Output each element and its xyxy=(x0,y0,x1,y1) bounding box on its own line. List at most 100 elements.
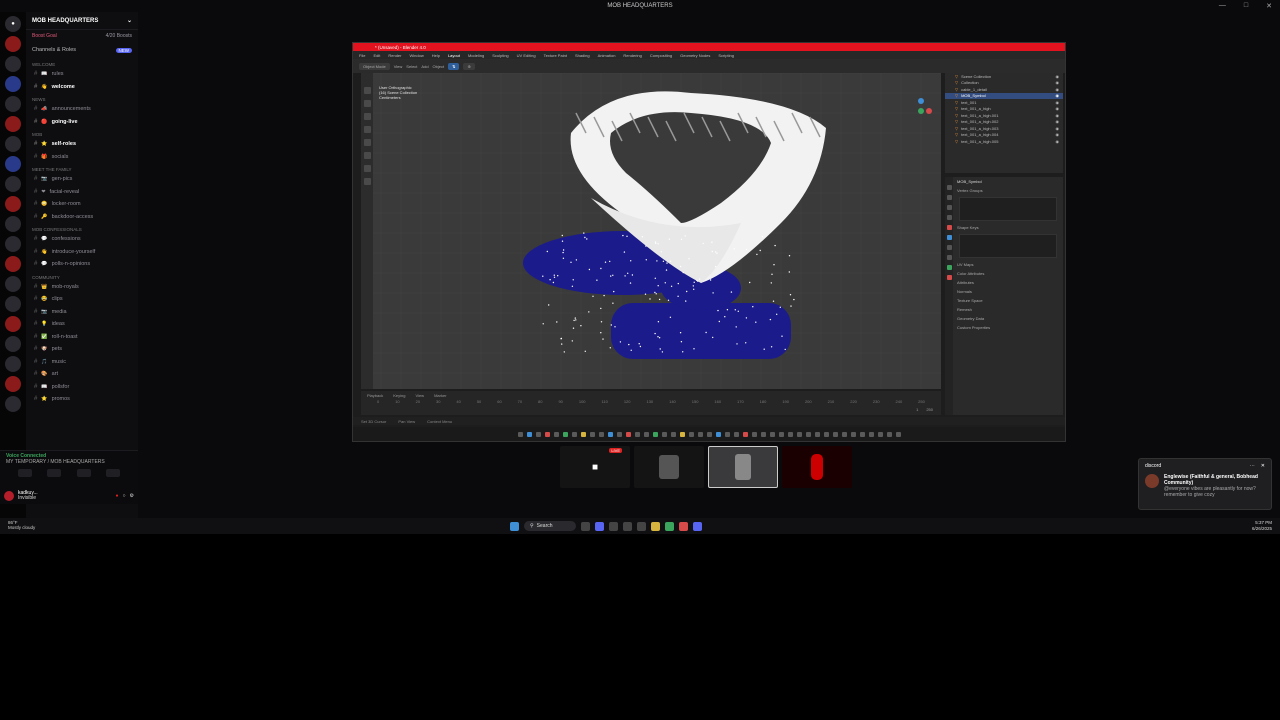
vertex-dot[interactable] xyxy=(574,317,576,319)
screen-share-stage[interactable]: * (Unsaved) - Blender 4.0 File Edit Render… xyxy=(352,42,1066,442)
vertex-dot[interactable] xyxy=(557,275,559,277)
eye-icon[interactable]: ◉ xyxy=(1056,132,1060,137)
cursor-tool-icon[interactable] xyxy=(363,100,371,107)
vertex-dot[interactable] xyxy=(693,281,695,283)
eye-icon[interactable]: ◉ xyxy=(1056,100,1060,105)
vertex-dot[interactable] xyxy=(749,281,751,284)
vertex-dot[interactable] xyxy=(563,351,565,353)
vertex-dot[interactable] xyxy=(588,311,590,313)
vertex-dot[interactable] xyxy=(609,260,611,263)
server-icon[interactable] xyxy=(5,76,21,92)
server-icon[interactable] xyxy=(5,356,21,372)
vertex-dot[interactable] xyxy=(698,278,701,280)
home-icon[interactable]: ● xyxy=(5,16,21,32)
channel-music[interactable]: # 🎵 music xyxy=(26,356,138,369)
vertex-dot[interactable] xyxy=(682,351,684,353)
channel-category[interactable]: NEWS xyxy=(26,93,138,103)
vertex-dot[interactable] xyxy=(790,305,792,307)
vertex-dot[interactable] xyxy=(693,288,695,290)
channel-facial-reveal[interactable]: # ❤ facial-reveal xyxy=(26,186,138,199)
vertex-dot[interactable] xyxy=(575,259,578,261)
move-tool-icon[interactable] xyxy=(363,113,371,120)
vertex-dot[interactable] xyxy=(556,321,558,323)
vertex-dot[interactable] xyxy=(592,295,594,297)
props-section[interactable]: Shape Keys xyxy=(957,223,1063,232)
vertex-dot[interactable] xyxy=(619,341,622,343)
channels-roles[interactable]: Channels & Roles NEW xyxy=(26,42,138,58)
channel-category[interactable]: COMMUNITY xyxy=(26,271,138,281)
vertex-dot[interactable] xyxy=(622,234,624,237)
menu-help[interactable]: Help xyxy=(432,53,440,58)
vertex-dot[interactable] xyxy=(661,351,664,353)
channel-clips[interactable]: # 😂 clips xyxy=(26,293,138,306)
vertex-dot[interactable] xyxy=(773,264,775,266)
transform-pill[interactable]: ⇅ xyxy=(448,62,460,70)
vertex-dot[interactable] xyxy=(716,252,718,254)
eye-icon[interactable]: ◉ xyxy=(1056,139,1060,144)
vertex-dot[interactable] xyxy=(664,282,666,284)
vertex-dot[interactable] xyxy=(623,251,626,253)
vertex-dot[interactable] xyxy=(657,321,660,323)
vertex-dot[interactable] xyxy=(562,251,564,254)
screen-share-icon[interactable] xyxy=(47,469,62,477)
eye-icon[interactable]: ◉ xyxy=(1056,87,1060,92)
vertex-dot[interactable] xyxy=(711,241,713,243)
vertex-dot[interactable] xyxy=(696,279,698,282)
vertex-dot[interactable] xyxy=(560,338,562,340)
maximize-icon[interactable]: □ xyxy=(1244,2,1248,10)
vertex-dot[interactable] xyxy=(712,292,714,294)
app-icon[interactable] xyxy=(665,521,674,531)
vertex-dot[interactable] xyxy=(677,282,679,285)
vertex-dot[interactable] xyxy=(670,285,673,287)
vertex-dot[interactable] xyxy=(588,268,591,271)
physics-tab-icon[interactable] xyxy=(946,255,952,260)
annotate-tool-icon[interactable] xyxy=(363,165,371,172)
vertex-dot[interactable] xyxy=(542,323,544,325)
menu-render[interactable]: Render xyxy=(388,53,401,58)
vertex-dot[interactable] xyxy=(600,267,602,270)
chevron-down-icon[interactable]: ⌄ xyxy=(127,17,132,24)
system-clock[interactable]: 5:37 PM 6/26/2025 xyxy=(1252,520,1272,531)
vertex-dot[interactable] xyxy=(553,276,556,278)
vertex-dot[interactable] xyxy=(654,291,656,294)
close-icon[interactable]: ✕ xyxy=(1266,2,1272,10)
headphones-icon[interactable]: ○ xyxy=(122,493,125,499)
vertex-dot[interactable] xyxy=(745,342,747,344)
vertex-dot[interactable] xyxy=(575,319,577,321)
channel-category[interactable]: Mob Confessionals xyxy=(26,223,138,233)
vertex-dot[interactable] xyxy=(649,298,651,300)
vertex-dot[interactable] xyxy=(586,238,588,240)
vertex-dot[interactable] xyxy=(638,343,640,345)
vertex-dot[interactable] xyxy=(629,282,632,284)
eye-icon[interactable]: ◉ xyxy=(1056,126,1060,131)
vertex-dot[interactable] xyxy=(584,236,586,239)
channel-pollsfor[interactable]: # 📖 pollsfor xyxy=(26,381,138,394)
3d-viewport[interactable]: User Orthographic (16) Scene Collection … xyxy=(361,73,941,389)
vertex-dot[interactable] xyxy=(680,341,683,343)
server-icon[interactable] xyxy=(5,196,21,212)
vertex-dot[interactable] xyxy=(552,281,555,284)
server-icon[interactable] xyxy=(5,156,21,172)
particles-tab-icon[interactable] xyxy=(946,245,952,250)
server-icon[interactable] xyxy=(5,136,21,152)
menu-scripting[interactable]: Scripting xyxy=(718,53,734,58)
frame-end[interactable]: 250 xyxy=(926,407,933,412)
vertex-dot[interactable] xyxy=(679,265,682,268)
vertex-dot[interactable] xyxy=(626,235,628,237)
vertex-dot[interactable] xyxy=(614,326,616,328)
props-section[interactable]: UV Maps xyxy=(957,260,1063,269)
vertex-dot[interactable] xyxy=(669,260,672,262)
menu-modeling[interactable]: Modeling xyxy=(468,53,484,58)
server-icon[interactable] xyxy=(5,256,21,272)
vertex-dot[interactable] xyxy=(759,249,761,252)
vertex-dot[interactable] xyxy=(655,293,657,295)
vertex-dot[interactable] xyxy=(612,302,614,304)
vertex-dot[interactable] xyxy=(610,275,612,277)
props-section[interactable]: Geometry Data xyxy=(957,314,1063,323)
menu-layout[interactable]: Layout xyxy=(448,53,460,58)
menu-shading[interactable]: Shading xyxy=(575,53,590,58)
timeline-menu[interactable]: View xyxy=(415,393,424,398)
vertex-dot[interactable] xyxy=(549,279,551,281)
vertex-dot[interactable] xyxy=(604,261,607,263)
eye-icon[interactable]: ◉ xyxy=(1056,119,1060,124)
